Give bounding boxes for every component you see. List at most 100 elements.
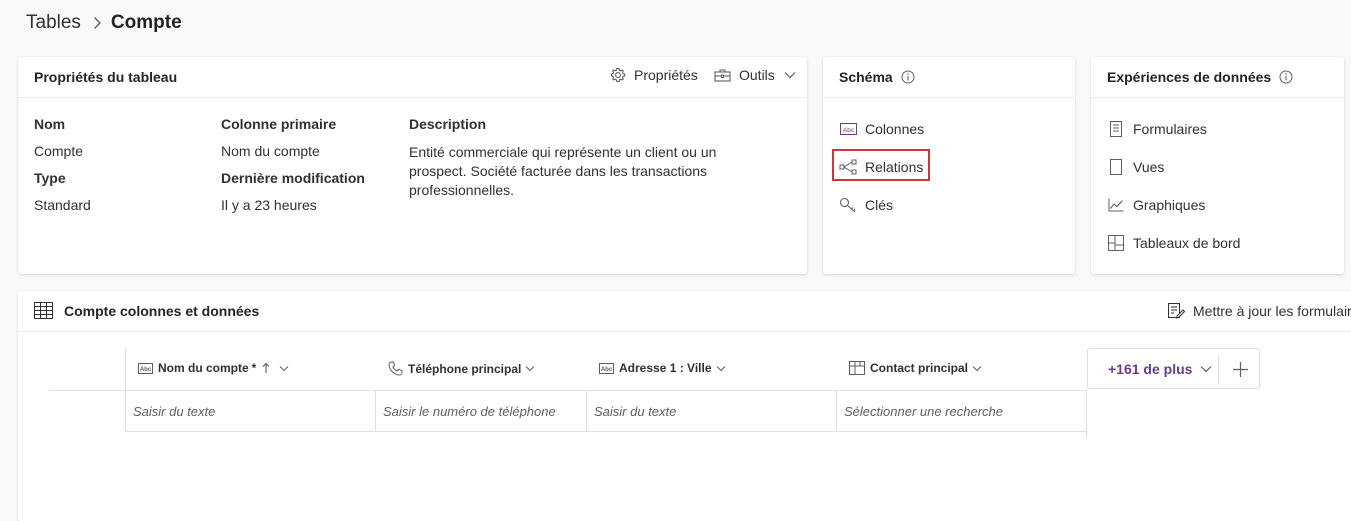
- address-city-cell[interactable]: Saisir du texte: [594, 404, 676, 419]
- type-value: Standard: [34, 197, 91, 213]
- schema-title: Schéma: [839, 69, 893, 85]
- primary-contact-cell[interactable]: Sélectionner une recherche: [844, 404, 1003, 419]
- main-phone-cell[interactable]: Saisir le numéro de téléphone: [383, 404, 556, 419]
- breadcrumb: Tables Compte: [26, 11, 182, 35]
- last-modified-label: Dernière modification: [221, 170, 365, 186]
- column-header-primary-contact[interactable]: Contact principal: [849, 361, 982, 375]
- more-columns-button[interactable]: +161 de plus: [1108, 361, 1212, 377]
- more-columns-label: +161 de plus: [1108, 361, 1193, 377]
- tools-button-label: Outils: [739, 67, 775, 83]
- divider: [1218, 355, 1219, 383]
- table-properties-card: Propriétés du tableau Propriétés Outils …: [18, 57, 807, 274]
- chevron-down-icon: [525, 365, 535, 372]
- dashboard-icon: [1107, 235, 1125, 251]
- more-columns-box: +161 de plus: [1087, 348, 1260, 389]
- forms-label: Formulaires: [1133, 121, 1207, 137]
- chart-icon: [1107, 198, 1125, 212]
- chevron-down-icon: [1200, 365, 1212, 373]
- form-icon: [1107, 121, 1125, 137]
- sort-ascending-icon: [262, 362, 270, 374]
- lookup-icon: [849, 361, 865, 375]
- data-experiences-header: Expériences de données: [1091, 57, 1344, 98]
- toolbox-icon: [714, 68, 731, 83]
- schema-card: Schéma Abc Colonnes Relations Clés: [823, 57, 1075, 274]
- text-column-icon: Abc: [138, 362, 153, 374]
- plus-icon: [1232, 361, 1249, 378]
- chevron-down-icon: [972, 365, 982, 372]
- primary-column-label: Colonne primaire: [221, 116, 337, 132]
- schema-columns-link[interactable]: Abc Colonnes: [839, 121, 924, 137]
- account-name-cell[interactable]: Saisir du texte: [133, 404, 215, 419]
- columns-and-data-section: Compte colonnes et données Mettre à jour…: [18, 291, 1351, 521]
- column-header-account-name[interactable]: Abc Nom du compte *: [138, 361, 289, 375]
- chevron-right-icon: [93, 16, 102, 30]
- grid-header-divider: [49, 390, 1087, 391]
- dashboards-link[interactable]: Tableaux de bord: [1107, 235, 1240, 251]
- data-experiences-card: Expériences de données Formulaires Vues …: [1091, 57, 1344, 274]
- grid-column-divider: [586, 390, 587, 432]
- view-icon: [1107, 159, 1125, 175]
- views-link[interactable]: Vues: [1107, 159, 1164, 175]
- column-header-address-city[interactable]: Abc Adresse 1 : Ville: [599, 361, 726, 375]
- text-column-icon: Abc: [599, 362, 614, 374]
- description-label: Description: [409, 116, 487, 132]
- data-experiences-title: Expériences de données: [1107, 69, 1272, 85]
- column-header-main-phone[interactable]: Téléphone principal: [388, 361, 535, 376]
- table-properties-header: Propriétés du tableau Propriétés Outils: [18, 57, 807, 98]
- info-icon[interactable]: [901, 70, 915, 84]
- required-marker: *: [251, 361, 257, 375]
- name-value: Compte: [34, 143, 84, 159]
- column-header-label: Nom du compte: [158, 361, 249, 375]
- update-forms-button[interactable]: Mettre à jour les formulair: [1168, 303, 1351, 319]
- svg-text:Abc: Abc: [140, 367, 152, 373]
- description-value: Entité commerciale qui représente un cli…: [409, 144, 717, 198]
- dashboards-label: Tableaux de bord: [1133, 235, 1241, 251]
- column-header-label: Contact principal: [870, 361, 969, 375]
- form-edit-icon: [1168, 303, 1185, 319]
- name-label: Nom: [34, 116, 66, 132]
- grid-column-divider: [1086, 390, 1087, 438]
- breadcrumb-tables-link[interactable]: Tables: [26, 12, 81, 34]
- info-icon[interactable]: [1279, 70, 1293, 84]
- primary-column-value: Nom du compte: [221, 143, 320, 159]
- gear-icon: [610, 67, 626, 83]
- phone-icon: [388, 361, 403, 376]
- key-icon: [839, 197, 857, 213]
- grid-column-divider: [375, 390, 376, 432]
- add-column-button[interactable]: [1230, 359, 1250, 379]
- chevron-down-icon: [279, 365, 289, 372]
- forms-link[interactable]: Formulaires: [1107, 121, 1207, 137]
- svg-text:Abc: Abc: [601, 367, 613, 373]
- grid-column-divider: [836, 390, 837, 432]
- schema-keys-link[interactable]: Clés: [839, 197, 893, 213]
- schema-relations-link[interactable]: Relations: [839, 159, 923, 175]
- update-forms-label: Mettre à jour les formulair: [1193, 303, 1351, 319]
- relationship-icon: [839, 159, 857, 175]
- schema-relations-label: Relations: [865, 159, 924, 175]
- column-header-label: Adresse 1 : Ville: [619, 361, 712, 375]
- schema-columns-label: Colonnes: [865, 121, 925, 137]
- schema-header: Schéma: [823, 57, 1075, 98]
- tools-button[interactable]: Outils: [714, 67, 804, 83]
- chevron-down-icon: [784, 71, 796, 79]
- last-modified-value: Il y a 23 heures: [221, 197, 317, 213]
- text-column-icon: Abc: [839, 123, 857, 135]
- columns-and-data-title: Compte colonnes et données: [64, 303, 260, 319]
- table-grid-icon: [34, 302, 53, 319]
- grid-row-divider: [125, 431, 1087, 432]
- views-label: Vues: [1133, 159, 1165, 175]
- columns-and-data-header: Compte colonnes et données Mettre à jour…: [18, 291, 1351, 332]
- chevron-down-icon: [716, 365, 726, 372]
- page-title: Compte: [110, 12, 182, 33]
- charts-label: Graphiques: [1133, 197, 1206, 213]
- table-properties-title: Propriétés du tableau: [34, 69, 178, 85]
- schema-title-wrap: Schéma: [839, 69, 915, 85]
- properties-button[interactable]: Propriétés: [610, 67, 698, 83]
- data-experiences-title-wrap: Expériences de données: [1107, 69, 1293, 85]
- type-label: Type: [34, 170, 66, 186]
- charts-link[interactable]: Graphiques: [1107, 197, 1205, 213]
- grid-column-divider: [125, 348, 126, 432]
- properties-button-label: Propriétés: [634, 67, 698, 83]
- column-header-label: Téléphone principal: [408, 361, 522, 376]
- svg-text:Abc: Abc: [842, 127, 854, 134]
